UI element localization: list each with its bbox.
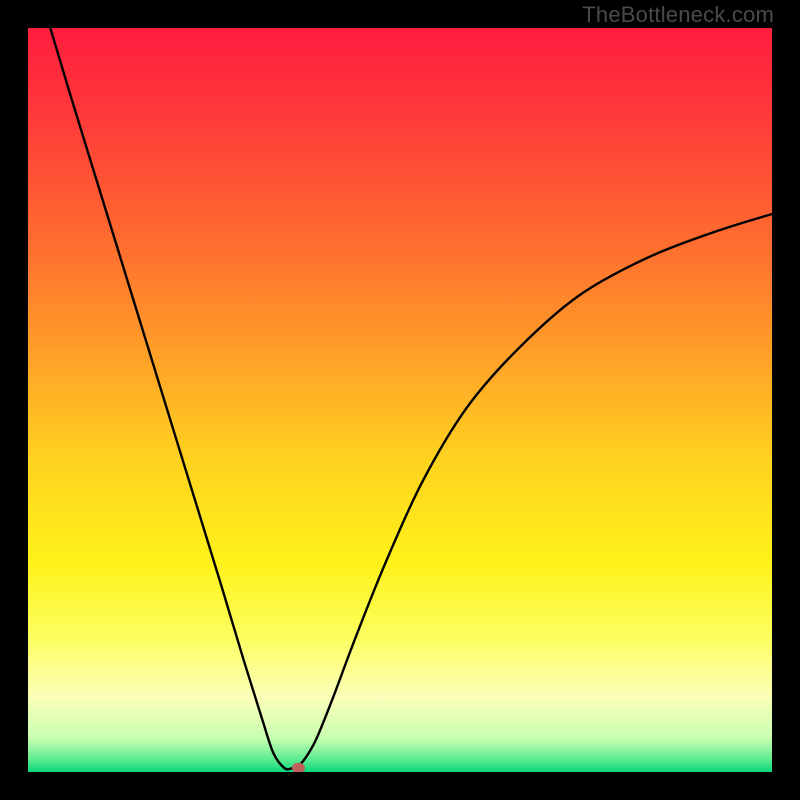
plot-area [28,28,772,772]
optimal-point-marker [292,763,305,772]
chart-frame: TheBottleneck.com [0,0,800,800]
curve-layer [28,28,772,772]
bottleneck-curve [50,28,772,769]
watermark-text: TheBottleneck.com [582,2,774,28]
